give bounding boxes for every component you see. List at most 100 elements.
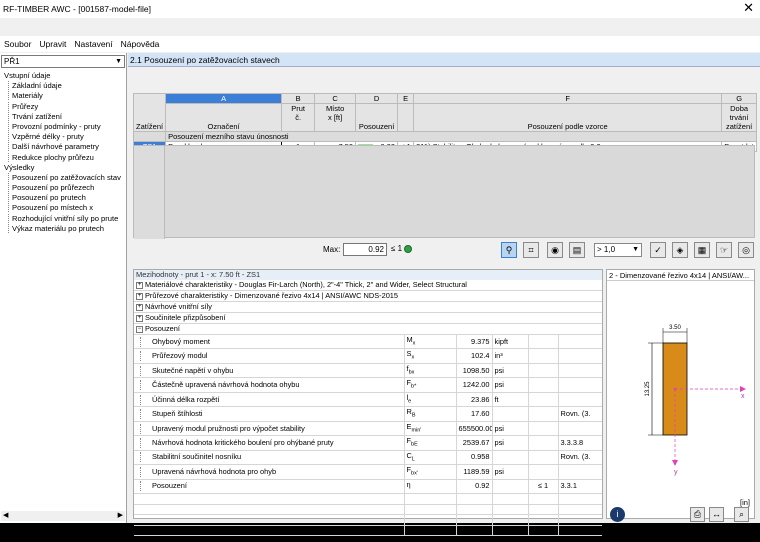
- filter-icon[interactable]: ⚲: [501, 242, 517, 258]
- details-row[interactable]: Upravený modul pružnosti pro výpočet sta…: [134, 421, 603, 437]
- empty-cell: [527, 514, 558, 526]
- menu-soubor[interactable]: Soubor: [4, 39, 31, 49]
- tree-item[interactable]: Další návrhové parametry: [0, 142, 126, 152]
- details-value: 17.60: [455, 406, 492, 422]
- table-icon[interactable]: ▤: [569, 242, 585, 258]
- y-axis-arrow: [672, 460, 678, 466]
- tree-item[interactable]: Průřezy: [0, 101, 126, 112]
- symbol-subscript: bE: [411, 441, 418, 448]
- details-label: Ohybový moment: [134, 334, 404, 350]
- col-letter-c[interactable]: C: [314, 93, 357, 104]
- case-selector[interactable]: PŘ1 ▼: [1, 55, 125, 68]
- col-letter-a[interactable]: A: [165, 93, 283, 104]
- tree-item[interactable]: Trvání zatížení: [0, 111, 126, 122]
- pick-icon[interactable]: ☞: [716, 242, 732, 258]
- tree-item-label: Posouzení po místech x: [8, 203, 94, 213]
- results-table: Zatížení A B C D E F G Označení Prut č. …: [132, 93, 758, 152]
- details-group-row[interactable]: + Návrhové vnitřní síly: [134, 301, 603, 313]
- details-value: 0.958: [455, 450, 492, 466]
- window-title: RF-TIMBER AWC - [001587-model-file]: [3, 4, 151, 14]
- tree-item[interactable]: Vzpěrné délky - pruty: [0, 132, 126, 142]
- group-row: Posouzení mezního stavu únosnosti: [132, 131, 758, 142]
- tree-connector: [140, 481, 152, 492]
- tree-item[interactable]: Provozní podmínky - pruty: [0, 121, 126, 132]
- group-row-label: Posouzení mezního stavu únosnosti: [165, 131, 758, 142]
- scroll-left-icon[interactable]: ◀: [3, 511, 8, 521]
- color-icon[interactable]: ◈: [672, 242, 688, 258]
- zoom-icon[interactable]: ⌕: [734, 507, 749, 522]
- details-row[interactable]: Návrhová hodnota kritického boulení pro …: [134, 435, 603, 451]
- print-icon[interactable]: ⎙: [690, 507, 705, 522]
- tree-item-label: Vzpěrné délky - pruty: [8, 132, 84, 142]
- details-label: Částečně upravená návrhová hodnota ohybu: [134, 377, 404, 393]
- tree-item[interactable]: Základní údaje: [0, 81, 126, 91]
- menu-upravit[interactable]: Upravit: [39, 39, 66, 49]
- tree-item[interactable]: Posouzení po průřezech: [0, 183, 126, 193]
- details-row[interactable]: Stupeň štíhlosti RB 17.60 Rovn. (3.: [134, 406, 603, 422]
- expand-icon[interactable]: +: [136, 281, 143, 289]
- tree-item[interactable]: Výkaz materiálu po prutech: [0, 223, 126, 234]
- details-row[interactable]: Upravená návrhová hodnota pro ohyb Fbx' 11…: [134, 464, 603, 480]
- tree-item[interactable]: Posouzení po zatěžovacích stav: [0, 172, 126, 183]
- details-row[interactable]: Ohybový moment Mx 9.375 kipft: [134, 334, 603, 350]
- details-row[interactable]: Účinná délka rozpětí le 23.86 ft: [134, 392, 603, 408]
- col-header-posouzeni: Posouzení: [355, 103, 399, 132]
- expand-icon[interactable]: +: [136, 303, 143, 311]
- details-unit: psi: [491, 363, 528, 379]
- col-letter-g[interactable]: G: [721, 93, 758, 104]
- check-icon[interactable]: ✓: [650, 242, 666, 258]
- tree-item-label: Posouzení po průřezech: [8, 183, 95, 193]
- col-letter-b[interactable]: B: [281, 93, 316, 104]
- menu-napoveda[interactable]: Nápověda: [121, 39, 160, 49]
- tree-group[interactable]: Výsledky: [0, 163, 126, 173]
- section-title: 2.1 Posouzení po zatěžovacích stavech: [128, 53, 760, 67]
- empty-cell: [491, 504, 528, 516]
- view-icon[interactable]: ◎: [738, 242, 754, 258]
- tree-group[interactable]: Vstupní údaje: [0, 71, 126, 81]
- tree-item[interactable]: Posouzení po místech x: [0, 203, 126, 213]
- details-label-text: Upravený modul pružnosti pro výpočet sta…: [152, 423, 305, 433]
- members-icon[interactable]: ⌗: [523, 242, 539, 258]
- collapse-icon[interactable]: −: [136, 325, 143, 333]
- tree-item-label: Provozní podmínky - pruty: [8, 121, 101, 131]
- col-letter-e[interactable]: E: [397, 93, 415, 104]
- info-icon[interactable]: i: [610, 507, 625, 522]
- tree-item[interactable]: Posouzení po prutech: [0, 193, 126, 203]
- group-row-header: [132, 131, 167, 142]
- empty-cell: [491, 525, 528, 537]
- details-le: [527, 377, 558, 393]
- cross-section-drawing: 3.50 13.25 x y: [645, 325, 746, 476]
- eye-icon[interactable]: ◉: [547, 242, 563, 258]
- ratio-filter-dropdown[interactable]: > 1,0 ▼: [594, 243, 642, 257]
- details-group-row[interactable]: + Průřezové charakteristiky - Dimenzované…: [134, 290, 603, 302]
- dimension-icon[interactable]: ↔: [709, 507, 724, 522]
- details-le: ≤ 1: [527, 479, 558, 495]
- max-le: ≤ 1: [391, 244, 403, 253]
- menu-nastaveni[interactable]: Nastavení: [74, 39, 112, 49]
- details-group-row[interactable]: + Součinitele přizpůsobení: [134, 312, 603, 324]
- scroll-right-icon[interactable]: ▶: [118, 511, 123, 521]
- tree-item[interactable]: Redukce plochy průřezu: [0, 152, 126, 163]
- details-row[interactable]: Stabilitní součinitel nosníku CL 0.958 Rovn…: [134, 450, 603, 466]
- tree-scrollbar[interactable]: ◀ ▶: [1, 511, 125, 521]
- tree-item-label: Průřezy: [8, 101, 39, 111]
- expand-icon[interactable]: +: [136, 314, 143, 322]
- close-icon[interactable]: ✕: [743, 1, 754, 15]
- details-group-label: Součinitele přizpůsobení: [145, 313, 226, 322]
- details-row[interactable]: Částečně upravená návrhová hodnota ohybu…: [134, 377, 603, 393]
- tree-item[interactable]: Materiály: [0, 91, 126, 101]
- details-row[interactable]: Skutečné napětí v ohybu fbx 1098.50 psi: [134, 363, 603, 379]
- details-group-row[interactable]: + Materiálové charakteristiky - Douglas F…: [134, 280, 603, 291]
- details-row[interactable]: Průřezový modul Sx 102.4 in³: [134, 348, 603, 364]
- menu-bar: Soubor Upravit Nastavení Nápověda: [0, 36, 760, 52]
- col-letter-f[interactable]: F: [413, 93, 723, 104]
- details-row[interactable]: Posouzení η 0.92 ≤ 1 3.3.1: [134, 479, 603, 495]
- expand-icon[interactable]: +: [136, 292, 143, 300]
- tree-item[interactable]: Rozhodující vnitřní síly po prute: [0, 213, 126, 224]
- excel-icon[interactable]: ▦: [694, 242, 710, 258]
- empty-cell: [557, 504, 603, 516]
- col-letter-d[interactable]: D: [355, 93, 399, 104]
- details-group-row[interactable]: − Posouzení: [134, 323, 603, 335]
- tree-connector: [140, 365, 152, 376]
- empty-cell: [455, 525, 492, 537]
